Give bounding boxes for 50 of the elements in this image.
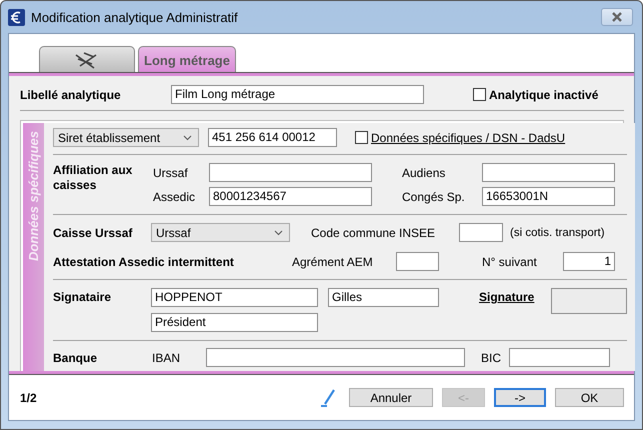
caret-icon	[183, 134, 192, 140]
field-label: Agrément AEM	[292, 254, 374, 268]
field-label: Affiliation aux caisses	[53, 163, 133, 193]
dropdown[interactable]: Siret établissement	[53, 128, 199, 147]
input-field[interactable]: 80001234567	[209, 187, 372, 206]
input-field[interactable]	[209, 163, 372, 182]
input-field[interactable]	[509, 348, 610, 367]
field-label: Signataire	[53, 289, 112, 306]
input-field[interactable]: Film Long métrage	[171, 85, 424, 104]
button[interactable]: ->	[494, 388, 546, 407]
field-label: Audiens	[402, 166, 446, 180]
field-label: Attestation Assedic intermittent	[53, 254, 235, 268]
checkbox[interactable]	[355, 131, 368, 144]
hint-text: (si cotis. transport)	[510, 226, 605, 238]
field-label: Assedic	[153, 190, 196, 204]
pencil-icon[interactable]	[320, 388, 336, 406]
field-label: Code commune INSEE	[311, 226, 436, 240]
input-field[interactable]: 451 256 614 00012	[208, 128, 337, 147]
input-field[interactable]: 16653001N	[482, 187, 615, 206]
checkbox[interactable]	[473, 88, 486, 101]
button[interactable]: Annuler	[349, 388, 433, 407]
tab[interactable]	[39, 46, 135, 72]
input-field[interactable]	[206, 348, 465, 367]
input-field[interactable]	[459, 223, 503, 242]
field-label: Libellé analytique	[20, 88, 122, 102]
section-title: Données spécifiques	[26, 130, 41, 262]
input-field[interactable]: Gilles	[328, 288, 439, 307]
close-icon	[610, 12, 624, 22]
field-label: N° suivant	[482, 254, 538, 268]
field-label: Congés Sp.	[402, 190, 466, 204]
button[interactable]: OK	[555, 388, 624, 407]
caret-icon	[274, 230, 283, 236]
link[interactable]: Données spécifiques / DSN - DadsU	[371, 130, 566, 144]
field-label: Urssaf	[153, 166, 189, 180]
field-label: Banque	[53, 350, 98, 364]
field-label: Caisse Urssaf	[53, 226, 134, 240]
dropdown[interactable]: Urssaf	[151, 223, 290, 242]
signature-link[interactable]: Signature	[479, 288, 551, 307]
input-field[interactable]: 1	[563, 252, 615, 271]
input-field[interactable]	[396, 252, 439, 271]
close-button[interactable]	[601, 8, 633, 26]
input-field[interactable]: Président	[151, 313, 318, 332]
field-label: IBAN	[152, 350, 182, 364]
input-field[interactable]: HOPPENOT	[151, 288, 318, 307]
window-title: Modification analytique Administratif	[31, 10, 239, 24]
field-label: BIC	[481, 350, 502, 364]
checkbox-label: Analytique inactivé	[489, 88, 598, 102]
input-field[interactable]	[482, 163, 615, 182]
page-counter: 1/2	[20, 390, 38, 404]
app-icon	[8, 8, 25, 26]
